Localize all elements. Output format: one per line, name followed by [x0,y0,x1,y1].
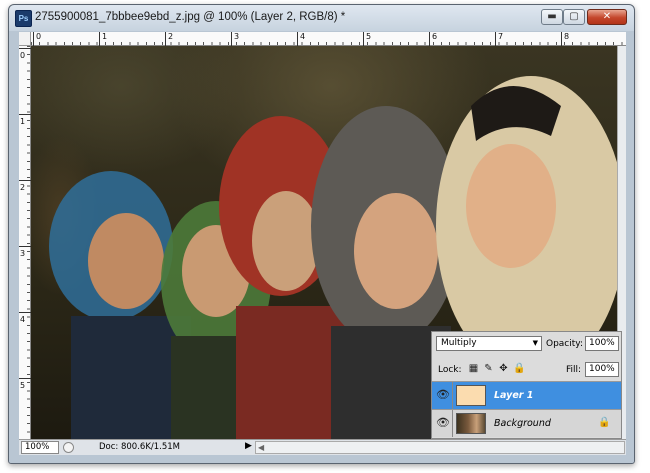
visibility-eye-icon[interactable]: 👁 [436,388,450,402]
lock-position-move-icon[interactable]: ✥ [498,362,509,375]
zoom-input[interactable]: 100% [21,441,59,454]
ruler-tick: 3 [231,32,239,46]
photoshop-icon: Ps [15,10,32,27]
ruler-tick: 4 [19,312,31,324]
layers-panel: Multiply ▼ Opacity: 100% Lock: ▦ ✎ ✥ 🔒 F… [431,331,622,439]
blend-mode-value: Multiply [441,338,477,348]
divider [452,382,453,409]
ruler-tick: 1 [19,114,31,126]
ruler-tick: 5 [363,32,371,46]
ruler-tick: 0 [19,48,31,60]
lock-label: Lock: [438,365,462,375]
ruler-tick: 5 [19,378,31,390]
lock-all-icon[interactable]: 🔒 [513,362,525,375]
horizontal-scrollbar[interactable]: ◀ [255,441,625,454]
divider [452,410,453,437]
layer-thumbnail [456,385,486,406]
opacity-label: Opacity: [546,339,583,349]
ruler-tick: 8 [561,32,569,46]
blend-mode-dropdown[interactable]: Multiply ▼ [436,336,542,351]
document-title: 2755900081_7bbbee9ebd_z.jpg @ 100% (Laye… [35,11,346,23]
ruler-tick: 0 [33,32,41,46]
layer-row[interactable]: 👁 Layer 1 [432,381,621,409]
status-menu-arrow-icon[interactable]: ▶ [245,441,252,451]
maximize-button[interactable]: ▢ [563,9,585,25]
lock-pixels-brush-icon[interactable]: ✎ [483,362,494,375]
document-size: Doc: 800.6K/1.51M [99,442,181,452]
ruler-tick: 7 [495,32,503,46]
ruler-tick: 2 [165,32,173,46]
layer-name: Background [494,418,551,429]
horizontal-ruler[interactable]: 0 1 2 3 4 5 6 7 8 [31,32,626,46]
fill-input[interactable]: 100% [585,362,619,377]
layer-thumbnail [456,413,486,434]
vertical-ruler[interactable]: 0 1 2 3 4 5 [19,46,31,439]
layer-name: Layer 1 [494,390,534,401]
lock-icon: 🔒 [598,417,611,428]
opacity-input[interactable]: 100% [585,336,619,351]
status-info-icon[interactable] [63,442,74,453]
visibility-eye-icon[interactable]: 👁 [436,416,450,430]
close-button[interactable]: ✕ [587,9,627,25]
ruler-tick: 2 [19,180,31,192]
ruler-tick: 4 [297,32,305,46]
ruler-tick: 1 [99,32,107,46]
document-window: Ps 2755900081_7bbbee9ebd_z.jpg @ 100% (L… [8,4,635,464]
scroll-left-icon[interactable]: ◀ [258,442,264,453]
chevron-down-icon: ▼ [532,339,538,347]
minimize-button[interactable]: ▬ [541,9,563,25]
status-bar: 100% Doc: 800.6K/1.51M ▶ ◀ [19,439,626,455]
layer-row[interactable]: 👁 Background 🔒 [432,409,621,437]
fill-label: Fill: [566,365,582,375]
lock-transparency-icon[interactable]: ▦ [468,362,479,375]
ruler-origin[interactable] [19,32,31,46]
ruler-tick: 6 [429,32,437,46]
title-bar[interactable]: Ps 2755900081_7bbbee9ebd_z.jpg @ 100% (L… [9,5,634,32]
ruler-tick: 3 [19,246,31,258]
